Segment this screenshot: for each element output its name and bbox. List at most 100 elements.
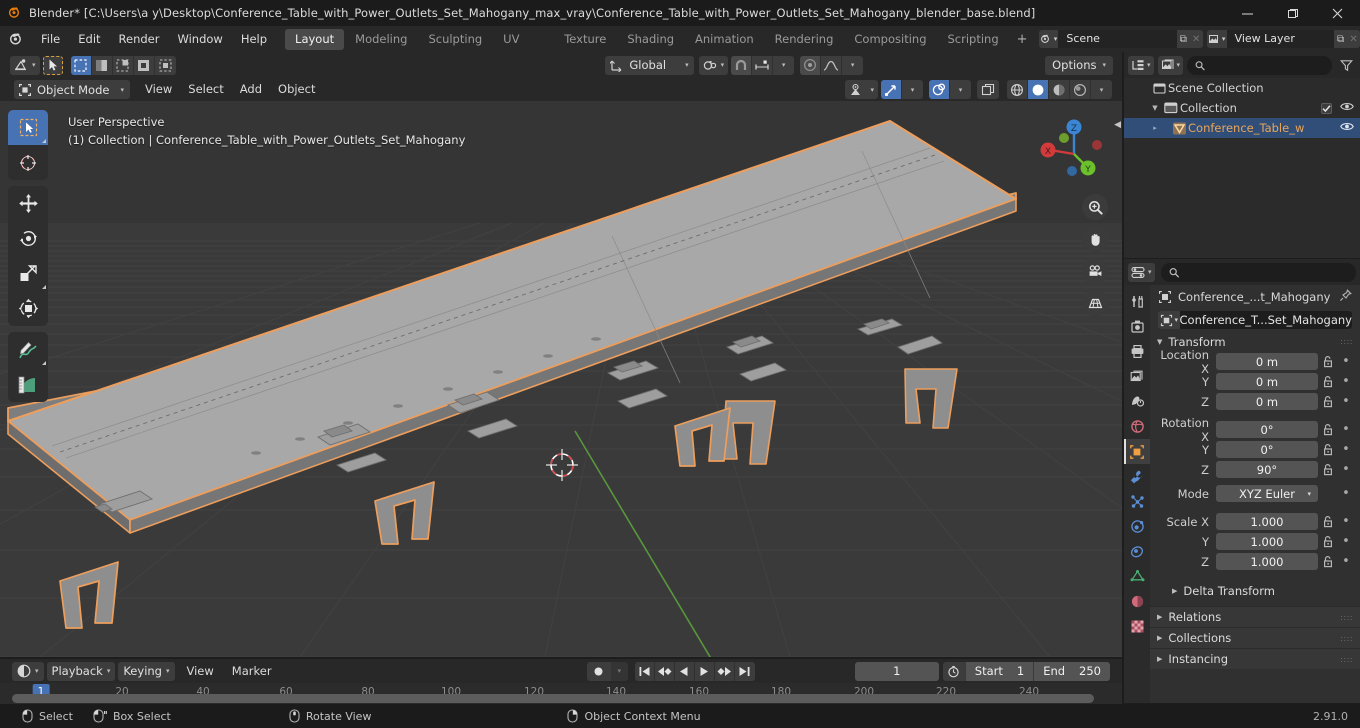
tab-sculpting[interactable]: Sculpting (418, 29, 492, 50)
scale-z-animate-dot[interactable]: • (1338, 554, 1354, 569)
properties-tab-material[interactable] (1124, 589, 1150, 614)
properties-tab-particles[interactable] (1124, 489, 1150, 514)
collection-visibility-eye-icon[interactable] (1340, 101, 1354, 115)
snap-increment-icon[interactable] (752, 55, 774, 75)
scale-y-animate-dot[interactable]: • (1338, 534, 1354, 549)
frame-end-field[interactable]: End 250 (1033, 661, 1110, 681)
menu-edit[interactable]: Edit (69, 26, 109, 52)
menu-render[interactable]: Render (110, 26, 169, 52)
measure-tool[interactable] (8, 367, 48, 402)
hand-icon[interactable] (1082, 226, 1108, 252)
cursor-tool[interactable] (8, 145, 48, 180)
rotation-x-value[interactable]: 0° (1216, 421, 1318, 438)
collection-checkbox[interactable] (1321, 102, 1332, 114)
new-view-layer-button[interactable]: ⧉ (1334, 30, 1348, 48)
outliner-search-input[interactable] (1209, 58, 1324, 72)
camera-icon[interactable] (1082, 258, 1108, 284)
object-visibility-eye-icon[interactable] (1340, 121, 1354, 135)
outliner-editor[interactable]: ▾ ▾ Scene Collection ▼ Collection ▸ Conf… (1124, 52, 1360, 258)
rotation-z-animate-dot[interactable]: • (1338, 462, 1354, 477)
sidebar-toggle-icon[interactable]: ◀ (1114, 120, 1121, 130)
new-scene-button[interactable]: ⧉ (1176, 30, 1190, 48)
select-difference-mode[interactable] (154, 55, 176, 75)
location-x-animate-dot[interactable]: • (1338, 354, 1354, 369)
pivot-point-selector[interactable]: ▾ (698, 55, 729, 75)
proportional-dropdown[interactable]: ▾ (842, 55, 864, 75)
shading-solid-icon[interactable] (1028, 80, 1049, 99)
3d-viewport[interactable]: User Perspective (1) Collection | Confer… (0, 52, 1122, 657)
location-y-value[interactable]: 0 m (1216, 373, 1318, 390)
object-mode-selector[interactable]: Object Mode ▾ (14, 80, 130, 99)
clock-icon[interactable] (942, 661, 965, 681)
play-icon[interactable] (694, 661, 715, 681)
rotation-y-row[interactable]: Y 0° • (1150, 440, 1360, 459)
location-z-value[interactable]: 0 m (1216, 393, 1318, 410)
location-z-row[interactable]: Z 0 m • (1150, 392, 1360, 411)
tab-texture-paint[interactable]: Texture Paint (554, 29, 616, 67)
rotation-z-value[interactable]: 90° (1216, 461, 1318, 478)
tab-animation[interactable]: Animation (685, 29, 764, 50)
rotation-x-row[interactable]: Rotation X 0° • (1150, 416, 1360, 444)
gizmo-toggle-icon[interactable] (881, 80, 902, 99)
properties-tab-texture[interactable] (1124, 614, 1150, 639)
select-extend-mode[interactable] (112, 55, 134, 75)
timeline-menu-view[interactable]: View (178, 659, 223, 683)
location-y-row[interactable]: Y 0 m • (1150, 372, 1360, 391)
current-frame-field[interactable]: 1 (854, 661, 939, 681)
rotate-tool[interactable] (8, 221, 48, 256)
rotation-x-animate-dot[interactable]: • (1338, 422, 1354, 437)
expand-triangle-icon[interactable]: ▼ (1148, 104, 1162, 112)
shading-dropdown[interactable]: ▾ (1091, 80, 1112, 99)
properties-search-input[interactable] (1183, 265, 1348, 279)
scale-tool[interactable] (8, 256, 48, 291)
rotation-mode-value[interactable]: XYZ Euler ▾ (1216, 485, 1318, 502)
properties-tab-render[interactable] (1124, 314, 1150, 339)
select-subtract-mode[interactable] (133, 55, 155, 75)
annotate-tool[interactable] (8, 332, 48, 367)
editor-type-button[interactable]: ▾ (10, 55, 40, 75)
collections-panel-header[interactable]: ▶ Collections :::: (1150, 627, 1360, 648)
active-tool-indicator[interactable] (42, 55, 63, 75)
overlays-dropdown[interactable]: ▾ (950, 80, 971, 99)
prev-keyframe-icon[interactable] (654, 661, 675, 681)
play-reverse-icon[interactable] (674, 661, 695, 681)
properties-tab-view-layer[interactable] (1124, 364, 1150, 389)
instancing-panel-header[interactable]: ▶ Instancing :::: (1150, 648, 1360, 669)
viewport-canvas[interactable] (0, 101, 1122, 657)
scene-name[interactable]: Scene (1058, 30, 1177, 48)
tab-scripting[interactable]: Scripting (938, 29, 1009, 50)
rotation-y-animate-dot[interactable]: • (1338, 442, 1354, 457)
properties-tab-constraint[interactable] (1124, 539, 1150, 564)
timeline-scrollbar[interactable] (0, 693, 1122, 704)
frame-start-field[interactable]: Start 1 (964, 661, 1034, 681)
proportional-edit-icon[interactable] (800, 55, 822, 75)
delta-transform-panel[interactable]: ▶ Delta Transform (1150, 580, 1360, 601)
object-name-field[interactable]: Conference_T...Set_Mahogany (1179, 311, 1352, 329)
pin-icon[interactable] (1339, 289, 1352, 305)
view-layer-selector[interactable]: ▾ View Layer ⧉ ✕ (1206, 30, 1360, 48)
scale-x-row[interactable]: Scale X 1.000 • (1150, 512, 1360, 531)
rotation-mode-row[interactable]: Mode XYZ Euler ▾ • (1150, 484, 1360, 503)
move-tool[interactable] (8, 186, 48, 221)
keying-dropdown[interactable]: Keying ▾ (118, 661, 175, 681)
filter-icon[interactable] (1336, 56, 1356, 75)
overlays-toggle-icon[interactable] (929, 80, 950, 99)
outliner-row-scene-collection[interactable]: ▶ Scene Collection (1124, 78, 1360, 98)
auto-keying-dropdown[interactable]: ▾ (610, 661, 628, 681)
jump-end-icon[interactable] (734, 661, 755, 681)
tab-compositing[interactable]: Compositing (844, 29, 936, 50)
scale-z-row[interactable]: Z 1.000 • (1150, 552, 1360, 571)
transform-orientation-selector[interactable]: Global ▾ (605, 55, 694, 75)
outliner-row-collection[interactable]: ▼ Collection (1124, 98, 1360, 118)
properties-tab-world[interactable] (1124, 414, 1150, 439)
viewport-navigation-gizmo[interactable]: Z X Y (1034, 114, 1114, 194)
xray-toggle-icon[interactable] (977, 80, 999, 99)
viewport-options-button[interactable]: Options ▾ (1045, 55, 1113, 75)
scale-z-lock-icon[interactable] (1318, 555, 1338, 568)
location-y-animate-dot[interactable]: • (1338, 374, 1354, 389)
rotation-y-value[interactable]: 0° (1216, 441, 1318, 458)
shading-material-icon[interactable] (1049, 80, 1070, 99)
shading-wireframe-icon[interactable] (1007, 80, 1028, 99)
location-x-row[interactable]: Location X 0 m • (1150, 348, 1360, 376)
select-set-mode[interactable] (91, 55, 113, 75)
